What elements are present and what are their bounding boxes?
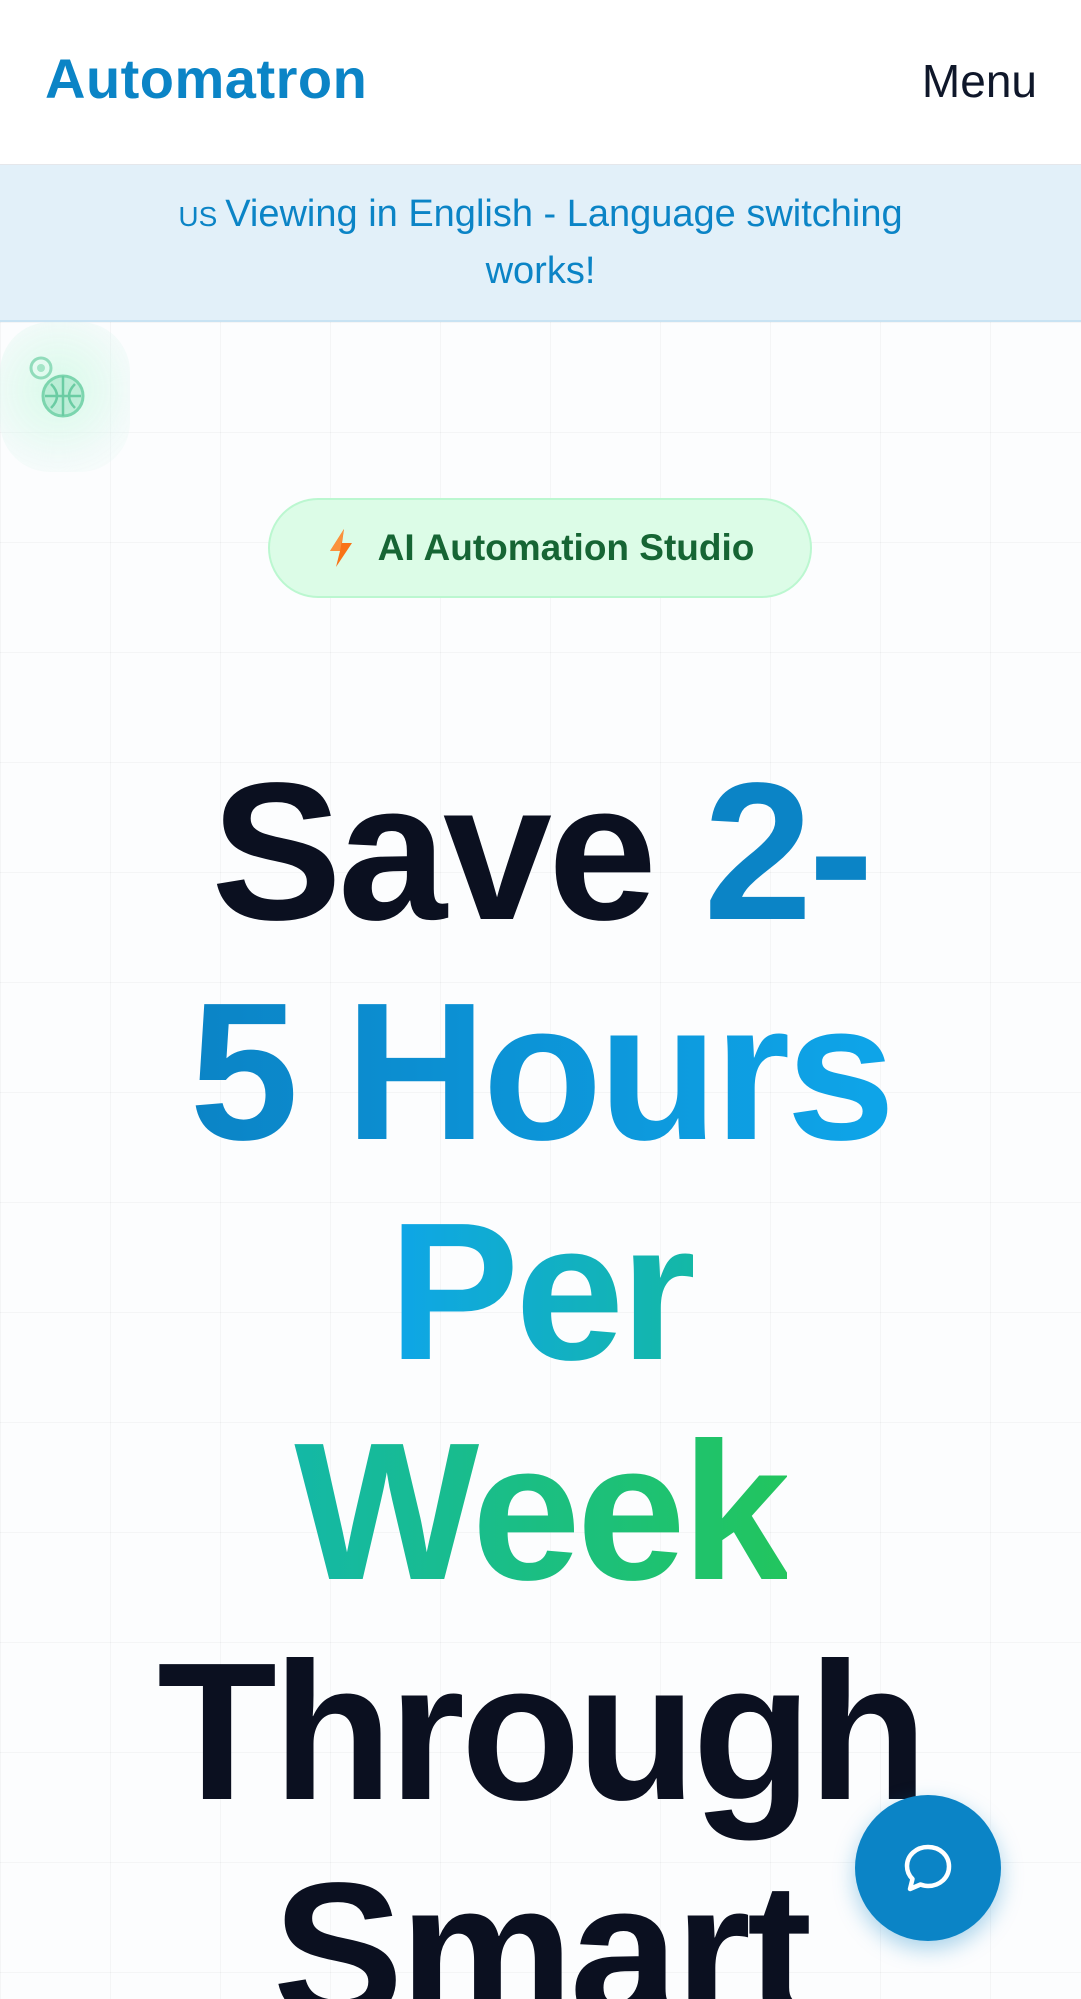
language-banner-text: US Viewing in English - Language switchin… <box>131 187 951 299</box>
menu-button[interactable]: Menu <box>922 54 1037 108</box>
page: Automatron Menu US Viewing in English - L… <box>0 0 1081 1999</box>
floating-automation-icon <box>0 322 130 472</box>
headline-line-2: 5 Hours <box>0 962 1081 1182</box>
lightning-bolt-icon <box>329 529 352 567</box>
language-banner: US Viewing in English - Language switchin… <box>0 165 1081 322</box>
ai-automation-studio-badge: AI Automation Studio <box>268 498 812 598</box>
chat-button[interactable] <box>855 1795 1001 1941</box>
chat-bubble-icon <box>904 1844 952 1892</box>
headline-line-3: Per <box>0 1182 1081 1402</box>
language-banner-message: Viewing in English - Language switching … <box>225 192 903 292</box>
headline-line-4: Week <box>0 1402 1081 1622</box>
site-header: Automatron Menu <box>0 0 1081 165</box>
headline-hours: 5 Hours <box>189 962 896 1181</box>
hero-section: AI Automation Studio Save 2- 5 Hours Per… <box>0 322 1081 1999</box>
headline-save: Save <box>211 742 704 961</box>
us-flag-icon: US <box>178 200 218 232</box>
headline-per: Per <box>388 1182 696 1401</box>
headline-line-1: Save 2- <box>0 742 1081 962</box>
headline-number-start: 2- <box>703 742 873 961</box>
logo[interactable]: Automatron <box>45 46 367 111</box>
badge-label: AI Automation Studio <box>377 527 755 568</box>
gear-globe-icon <box>29 356 85 418</box>
headline-week: Week <box>294 1402 790 1621</box>
